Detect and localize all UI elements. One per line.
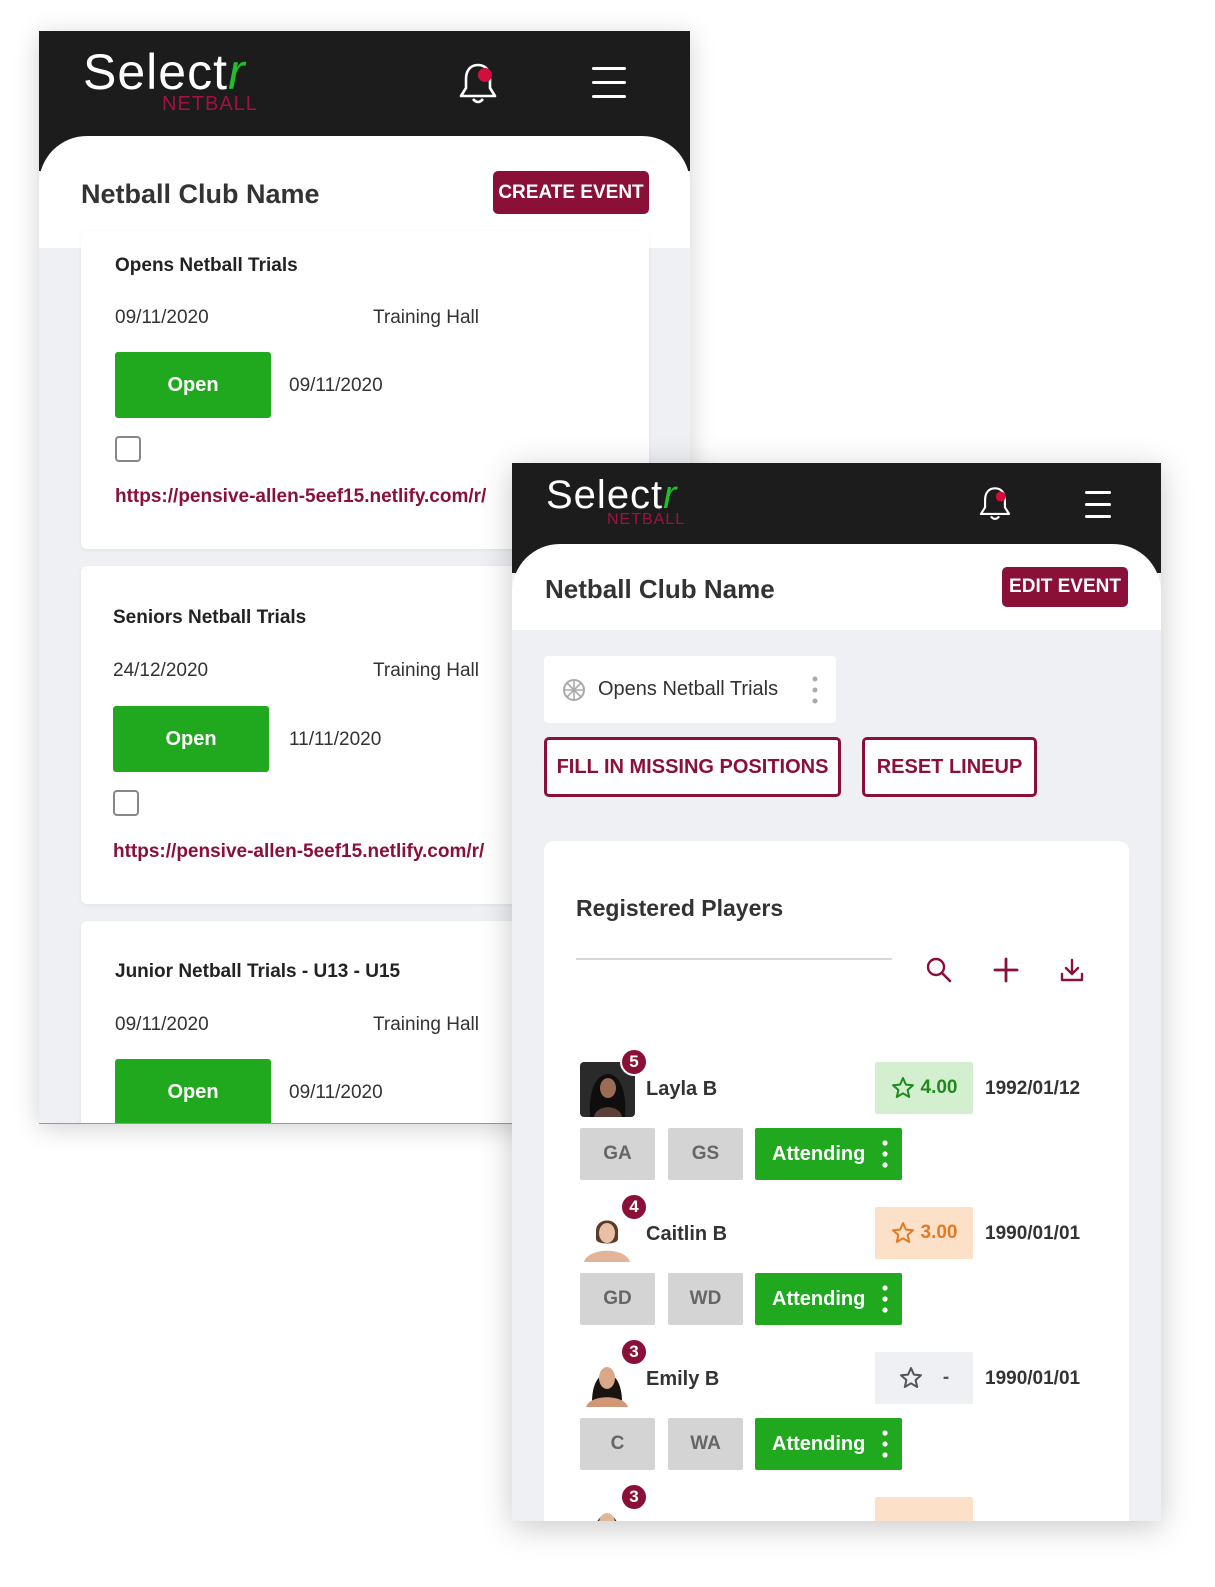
event-title: Junior Netball Trials - U13 - U15 xyxy=(115,961,401,982)
player-dob: 1990/01/01 xyxy=(985,1368,1081,1389)
event-date: 09/11/2020 xyxy=(115,307,209,328)
create-event-button[interactable]: CREATE EVENT xyxy=(493,171,649,214)
rating-value: 4.00 xyxy=(920,1077,958,1098)
event-link[interactable]: https://pensive-allen-5eef15.netlify.com… xyxy=(115,486,486,508)
open-status-button[interactable]: Open xyxy=(115,1059,271,1123)
status-date: 09/11/2020 xyxy=(289,375,383,396)
star-icon xyxy=(899,1367,922,1388)
event-location: Training Hall xyxy=(373,660,479,681)
position-chip[interactable]: GA xyxy=(580,1128,655,1180)
player-row: 5 Layla B 4.00 1992/01/12 GA GS Attendin… xyxy=(580,1048,1100,1202)
club-header: Netball Club Name EDIT EVENT xyxy=(512,544,1161,630)
position-chip[interactable]: GD xyxy=(580,1273,655,1325)
attendance-button[interactable]: Attending xyxy=(755,1273,902,1325)
event-link[interactable]: https://pensive-allen-5eef15.netlify.com… xyxy=(113,841,484,863)
player-name[interactable]: Emily B xyxy=(646,1368,719,1391)
event-location: Training Hall xyxy=(373,307,479,328)
player-row: 4 Caitlin B 3.00 1990/01/01 GD WD Attend… xyxy=(580,1193,1100,1347)
open-status-button[interactable]: Open xyxy=(115,352,271,418)
players-heading: Registered Players xyxy=(576,895,784,921)
attendance-button[interactable]: Attending xyxy=(755,1418,902,1470)
attendance-label: Attending xyxy=(772,1432,866,1455)
download-icon[interactable] xyxy=(1058,956,1086,984)
position-chip[interactable]: GS xyxy=(668,1128,743,1180)
rank-badge: 5 xyxy=(620,1048,648,1076)
edit-event-button[interactable]: EDIT EVENT xyxy=(1002,567,1128,607)
logo-sub: NETBALL xyxy=(162,93,258,115)
fill-missing-positions-button[interactable]: FILL IN MISSING POSITIONS xyxy=(544,737,841,797)
status-date: 09/11/2020 xyxy=(289,1082,383,1103)
position-chip[interactable]: WA xyxy=(668,1418,743,1470)
event-location: Training Hall xyxy=(373,1014,479,1035)
search-input[interactable] xyxy=(576,958,892,960)
rank-badge: 3 xyxy=(620,1483,648,1511)
event-lineup-screen: Selectr NETBALL Netball Club Name EDIT E… xyxy=(512,463,1161,1521)
player-name[interactable]: Caitlin B xyxy=(646,1223,727,1246)
event-title: Seniors Netball Trials xyxy=(113,607,307,628)
bell-icon[interactable] xyxy=(458,61,498,107)
rank-badge: 4 xyxy=(620,1193,648,1221)
trial-select-dropdown[interactable]: Opens Netball Trials xyxy=(544,656,836,723)
star-icon xyxy=(891,1222,914,1243)
event-checkbox[interactable] xyxy=(113,790,139,816)
bell-icon[interactable] xyxy=(978,485,1012,523)
event-title: Opens Netball Trials xyxy=(115,255,298,276)
player-dob: 1990/01/01 xyxy=(985,1223,1081,1244)
player-row: 3 xyxy=(580,1483,1100,1521)
reset-lineup-button[interactable]: RESET LINEUP xyxy=(862,737,1037,797)
position-chip[interactable]: C xyxy=(580,1418,655,1470)
rating-badge[interactable]: 3.00 xyxy=(875,1207,973,1259)
logo-tick: r xyxy=(227,44,246,100)
rating-value: 3.00 xyxy=(920,1222,958,1243)
rating-badge[interactable] xyxy=(875,1497,973,1521)
rating-badge[interactable]: - xyxy=(875,1352,973,1404)
rating-value: - xyxy=(942,1367,950,1388)
attendance-button[interactable]: Attending xyxy=(755,1128,902,1180)
event-checkbox[interactable] xyxy=(115,436,141,462)
plus-icon[interactable] xyxy=(992,956,1020,984)
open-status-button[interactable]: Open xyxy=(113,706,269,772)
attendance-label: Attending xyxy=(772,1287,866,1310)
logo-sub: NETBALL xyxy=(607,511,686,528)
player-row: 3 Emily B - 1990/01/01 C WA Attending xyxy=(580,1338,1100,1492)
logo-word: Select xyxy=(83,44,228,100)
more-vertical-icon[interactable] xyxy=(882,1140,888,1168)
rating-badge[interactable]: 4.00 xyxy=(875,1062,973,1114)
netball-icon xyxy=(563,678,585,701)
player-dob: 1992/01/12 xyxy=(985,1078,1081,1099)
search-icon[interactable] xyxy=(925,956,953,984)
status-date: 11/11/2020 xyxy=(289,729,382,750)
star-icon xyxy=(891,1077,914,1098)
rank-badge: 3 xyxy=(620,1338,648,1366)
event-date: 09/11/2020 xyxy=(115,1014,209,1035)
registered-players-card: Registered Players 5 Layla B 4.00 1992/0… xyxy=(544,841,1129,1521)
selectr-logo[interactable]: Selectr NETBALL xyxy=(83,47,273,117)
more-vertical-icon[interactable] xyxy=(812,676,818,704)
player-name[interactable]: Layla B xyxy=(646,1078,717,1101)
selectr-logo[interactable]: Selectr NETBALL xyxy=(546,475,696,531)
attendance-label: Attending xyxy=(772,1142,866,1165)
more-vertical-icon[interactable] xyxy=(882,1430,888,1458)
trial-select-label: Opens Netball Trials xyxy=(598,678,779,700)
menu-icon[interactable] xyxy=(592,67,626,98)
page-title: Netball Club Name xyxy=(545,574,775,604)
event-date: 24/12/2020 xyxy=(113,660,209,681)
menu-icon[interactable] xyxy=(1085,491,1111,519)
position-chip[interactable]: WD xyxy=(668,1273,743,1325)
page-title: Netball Club Name xyxy=(81,179,320,209)
more-vertical-icon[interactable] xyxy=(882,1285,888,1313)
